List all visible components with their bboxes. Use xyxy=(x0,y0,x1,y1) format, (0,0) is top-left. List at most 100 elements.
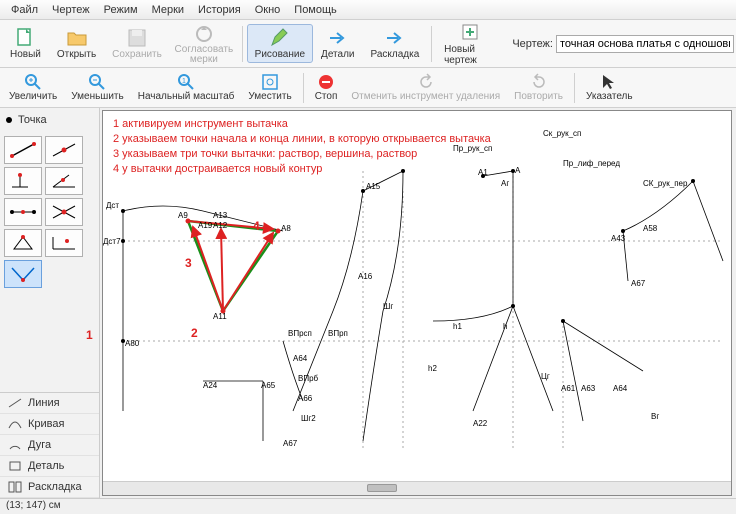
separator xyxy=(242,26,243,62)
svg-text:А80: А80 xyxy=(125,339,140,348)
tool-intersection[interactable] xyxy=(45,198,83,226)
svg-text:А66: А66 xyxy=(298,394,313,403)
save-button[interactable]: Сохранить xyxy=(104,24,170,63)
open-button[interactable]: Открыть xyxy=(49,24,104,63)
pointer-button[interactable]: Указатель xyxy=(579,70,640,105)
drawing-mode-button[interactable]: Рисование xyxy=(247,24,313,63)
svg-text:h1: h1 xyxy=(453,322,462,331)
separator xyxy=(574,73,575,103)
svg-text:h2: h2 xyxy=(428,364,437,373)
separator xyxy=(303,73,304,103)
svg-text:А64: А64 xyxy=(613,384,628,393)
menu-mode[interactable]: Режим xyxy=(97,2,145,18)
svg-text:Пр_лиф_перед: Пр_лиф_перед xyxy=(563,159,620,168)
menu-file[interactable]: Файл xyxy=(4,2,45,18)
drawing-selector: Чертеж: xyxy=(512,35,734,53)
arrow-right-icon xyxy=(327,27,349,49)
stop-button[interactable]: Стоп xyxy=(308,70,345,105)
status-bar: (13; 147) см xyxy=(0,498,736,514)
details-mode-button[interactable]: Детали xyxy=(313,24,362,63)
point-icon xyxy=(6,117,12,123)
tool-triangle[interactable] xyxy=(4,229,42,257)
layout-mode-button[interactable]: Раскладка xyxy=(363,24,428,63)
cursor-icon xyxy=(600,73,618,91)
zoom-fit-button[interactable]: Уместить xyxy=(241,70,298,105)
plus-icon xyxy=(460,22,482,44)
tool-point-on-line[interactable] xyxy=(45,136,83,164)
svg-text:А12: А12 xyxy=(213,221,228,230)
undo-icon xyxy=(417,73,435,91)
drawing-name-input[interactable] xyxy=(556,35,734,53)
svg-text:А63: А63 xyxy=(581,384,596,393)
svg-text:А58: А58 xyxy=(643,224,658,233)
menu-window[interactable]: Окно xyxy=(248,2,288,18)
svg-text:А22: А22 xyxy=(473,419,488,428)
sidebar-current-tool: Точка xyxy=(0,108,99,132)
zoom-in-icon xyxy=(24,73,42,91)
instruction-overlay: 1 активируем инструмент вытачка 2 указыв… xyxy=(113,117,491,177)
svg-text:А67: А67 xyxy=(631,279,646,288)
svg-text:А8: А8 xyxy=(281,224,291,233)
menu-help[interactable]: Помощь xyxy=(287,2,344,18)
agree-measures-button[interactable]: Согласовать мерки xyxy=(170,20,238,68)
svg-text:А65: А65 xyxy=(261,381,276,390)
redo-button[interactable]: Повторить xyxy=(507,70,570,105)
tool-dart[interactable] xyxy=(4,260,42,288)
zoom-reset-button[interactable]: 1 Начальный масштаб xyxy=(131,70,242,105)
undo-button[interactable]: Отменить инструмент удаления xyxy=(344,70,507,105)
horizontal-scrollbar[interactable] xyxy=(103,481,731,495)
zoom-in-button[interactable]: Увеличить xyxy=(2,70,64,105)
menu-measures[interactable]: Мерки xyxy=(145,2,191,18)
svg-text:А9: А9 xyxy=(178,211,188,220)
sidebar-categories: Линия Кривая Дуга Деталь Раскладка xyxy=(0,392,99,498)
folder-icon xyxy=(66,27,88,49)
svg-text:А13: А13 xyxy=(213,211,228,220)
status-coords: (13; 147) см xyxy=(6,500,61,511)
sidebar-item-arc[interactable]: Дуга xyxy=(0,435,99,456)
svg-text:А11: А11 xyxy=(213,312,227,321)
zoom-out-icon xyxy=(88,73,106,91)
new-button[interactable]: Новый xyxy=(2,24,49,63)
tool-bisector[interactable] xyxy=(45,167,83,195)
tool-point-xy[interactable] xyxy=(45,229,83,257)
svg-text:Ск_рук_сп: Ск_рук_сп xyxy=(543,129,581,138)
callout-3: 3 xyxy=(185,256,192,270)
redo-icon xyxy=(530,73,548,91)
sidebar-item-curve[interactable]: Кривая xyxy=(0,414,99,435)
svg-text:ВПрп: ВПрп xyxy=(328,329,348,338)
sidebar-item-line[interactable]: Линия xyxy=(0,393,99,414)
canvas-area[interactable]: Дст Дст7 А80 А24 А65 А9 А12 А13 А19 А11 … xyxy=(102,110,732,496)
zoom-out-button[interactable]: Уменьшить xyxy=(64,70,130,105)
sidebar-item-layout[interactable]: Раскладка xyxy=(0,477,99,498)
svg-text:А43: А43 xyxy=(611,234,626,243)
svg-text:Вг: Вг xyxy=(651,412,659,421)
tool-perpendicular[interactable] xyxy=(4,167,42,195)
tool-shoulder[interactable] xyxy=(4,198,42,226)
separator xyxy=(431,26,432,62)
svg-text:А16: А16 xyxy=(358,272,373,281)
svg-text:ВПрб: ВПрб xyxy=(298,374,319,383)
svg-text:1: 1 xyxy=(182,78,186,85)
svg-text:А19: А19 xyxy=(198,221,213,230)
arrow-right-icon xyxy=(384,27,406,49)
scrollbar-thumb[interactable] xyxy=(367,484,397,492)
svg-text:Дст7: Дст7 xyxy=(103,237,121,246)
svg-text:Аг: Аг xyxy=(501,179,509,188)
menu-drawing[interactable]: Чертеж xyxy=(45,2,97,18)
callout-4: 4 xyxy=(253,219,260,233)
new-drawing-button[interactable]: Новый чертеж xyxy=(436,19,506,69)
svg-text:А24: А24 xyxy=(203,381,218,390)
svg-text:Цг: Цг xyxy=(541,372,550,381)
tool-line[interactable] xyxy=(4,136,42,164)
sidebar: Точка Линия Кривая Дуга Деталь Раскладка xyxy=(0,108,100,498)
sidebar-item-detail[interactable]: Деталь xyxy=(0,456,99,477)
svg-text:А67: А67 xyxy=(283,439,298,448)
callout-1: 1 xyxy=(86,328,93,342)
callout-2: 2 xyxy=(191,326,198,340)
svg-text:А64: А64 xyxy=(293,354,308,363)
svg-text:А: А xyxy=(515,166,521,175)
svg-text:А61: А61 xyxy=(561,384,576,393)
view-toolbar: Увеличить Уменьшить 1 Начальный масштаб … xyxy=(0,68,736,108)
stop-icon xyxy=(317,73,335,91)
menu-history[interactable]: История xyxy=(191,2,248,18)
